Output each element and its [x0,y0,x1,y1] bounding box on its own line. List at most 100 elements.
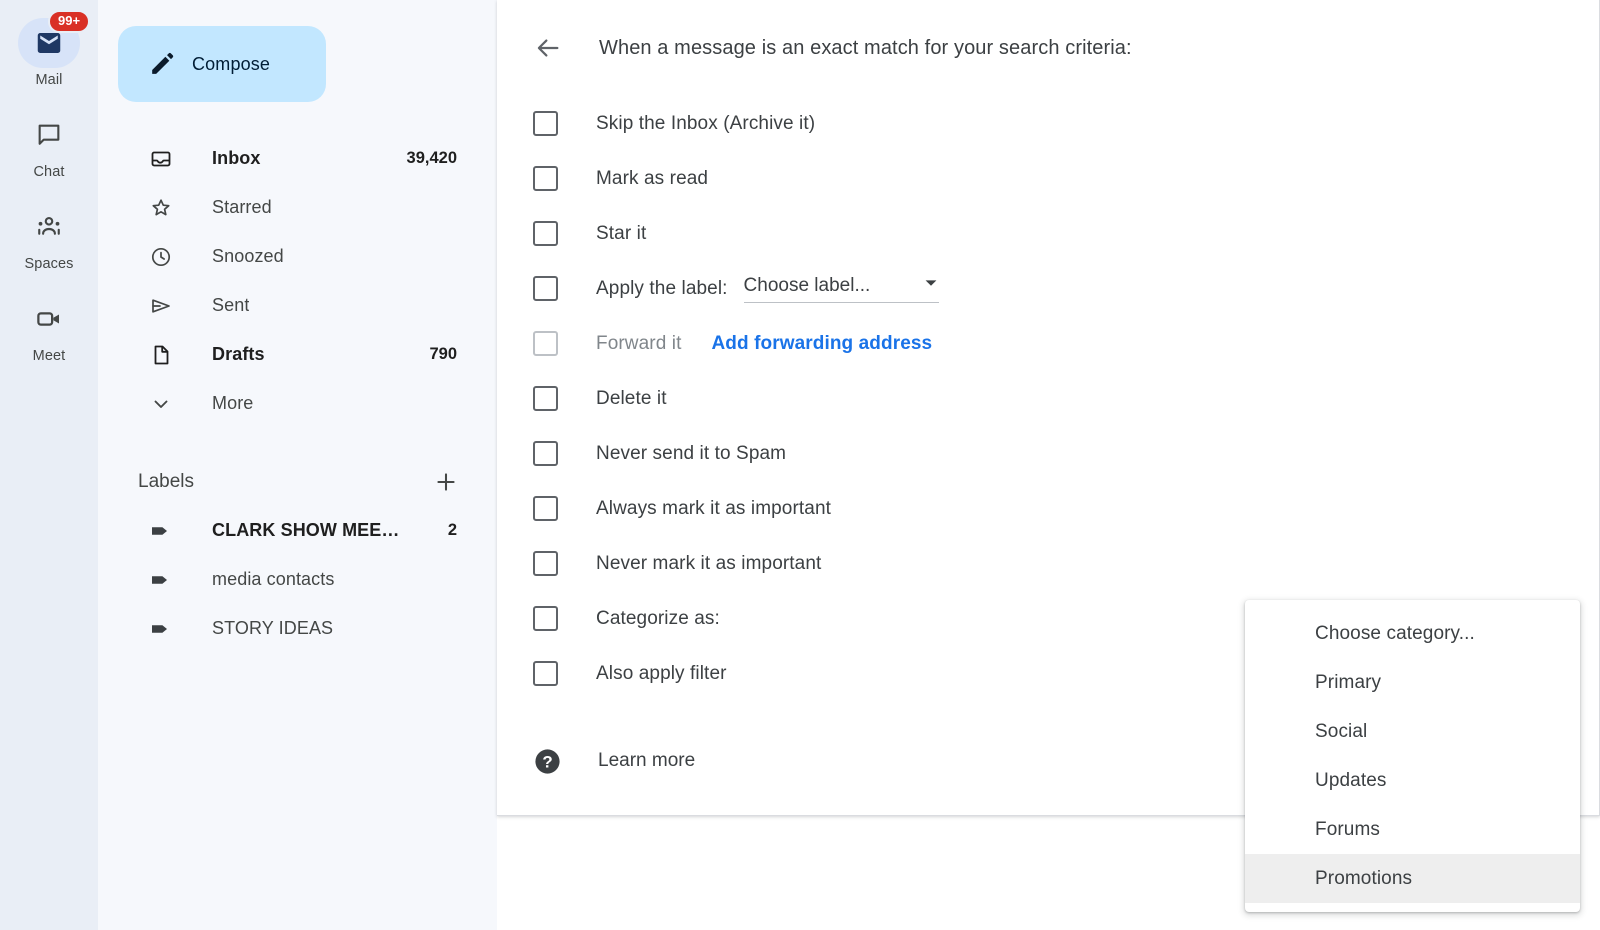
mail-sidebar: Compose Inbox 39,420 St [98,0,497,930]
spaces-glyph-wrap [18,202,80,252]
sidebar-item-more[interactable]: More [98,379,497,428]
rail-item-mail[interactable]: 99+ Mail [10,18,88,88]
checkbox-always-important[interactable] [533,496,558,521]
sidebar-count-clark-show: 2 [448,521,457,540]
option-label-always-important: Always mark it as important [596,498,831,520]
mail-glyph-wrap: 99+ [18,18,80,68]
menu-item-social[interactable]: Social [1245,707,1580,756]
gmail-filter-screen: 99+ Mail Chat Spaces [0,0,1600,930]
menu-item-updates[interactable]: Updates [1245,756,1580,805]
rail-label-chat: Chat [33,164,64,180]
menu-item-primary[interactable]: Primary [1245,658,1580,707]
rail-item-meet[interactable]: Meet [10,294,88,364]
option-label-never-spam: Never send it to Spam [596,443,786,465]
option-star-it[interactable]: Star it [533,206,1599,261]
sidebar-count-drafts: 790 [429,345,457,364]
draft-icon [148,343,174,367]
help-circle-icon[interactable]: ? [533,747,562,776]
main-stage: When a message is an exact match for you… [497,0,1600,930]
option-skip-inbox[interactable]: Skip the Inbox (Archive it) [533,96,1599,151]
chevron-down-icon [897,275,939,296]
option-delete-it[interactable]: Delete it [533,371,1599,426]
checkbox-mark-as-read[interactable] [533,166,558,191]
sidebar-item-inbox[interactable]: Inbox 39,420 [98,134,497,183]
checkbox-apply-label[interactable] [533,276,558,301]
menu-item-choose-category[interactable]: Choose category... [1245,609,1580,658]
checkbox-categorize-as[interactable] [533,606,558,631]
sidebar-label-sent: Sent [212,295,249,316]
app-rail: 99+ Mail Chat Spaces [0,0,98,930]
option-label-also-apply-filter: Also apply filter [596,663,727,685]
sidebar-label-starred: Starred [212,197,272,218]
sidebar-label-more: More [212,393,253,414]
option-never-important[interactable]: Never mark it as important [533,536,1599,591]
labels-title: Labels [138,471,194,493]
checkbox-never-spam[interactable] [533,441,558,466]
spaces-icon [34,212,64,242]
rail-label-spaces: Spaces [25,256,74,272]
sidebar-item-label-media-contacts[interactable]: media contacts [98,555,497,604]
checkbox-also-apply-filter[interactable] [533,661,558,686]
compose-label: Compose [192,54,270,75]
label-select-value: Choose label... [744,275,871,297]
checkbox-forward-it[interactable] [533,331,558,356]
sidebar-label-snoozed: Snoozed [212,246,284,267]
mail-unread-badge: 99+ [48,10,90,33]
label-tag-icon [148,519,174,543]
option-always-important[interactable]: Always mark it as important [533,481,1599,536]
chat-icon [35,121,63,149]
option-label-star-it: Star it [596,223,646,245]
sidebar-item-snoozed[interactable]: Snoozed [98,232,497,281]
option-label-skip-inbox: Skip the Inbox (Archive it) [596,113,815,135]
chevron-down-icon [148,392,174,416]
compose-button[interactable]: Compose [118,26,326,102]
rail-label-meet: Meet [33,348,66,364]
option-label-mark-as-read: Mark as read [596,168,708,190]
sidebar-item-drafts[interactable]: Drafts 790 [98,330,497,379]
sidebar-item-starred[interactable]: Starred [98,183,497,232]
sidebar-item-label-story-ideas[interactable]: STORY IDEAS [98,604,497,653]
inbox-outline-icon [148,147,174,171]
option-label-forward-it: Forward it [596,333,681,355]
send-icon [148,294,174,318]
sidebar-label-media-contacts: media contacts [212,569,334,590]
sidebar-label-inbox: Inbox [212,148,261,169]
checkbox-delete-it[interactable] [533,386,558,411]
option-apply-label[interactable]: Apply the label: Choose label... [533,261,1599,316]
option-forward-it[interactable]: Forward it Add forwarding address [533,316,1599,371]
sidebar-item-label-clark-show[interactable]: CLARK SHOW MEE… 2 [98,506,497,555]
star-icon [148,196,174,220]
label-list: CLARK SHOW MEE… 2 media contacts [98,506,497,653]
label-tag-icon [148,617,174,641]
page-title: When a message is an exact match for you… [599,37,1132,60]
filter-card-header: When a message is an exact match for you… [497,0,1599,96]
sidebar-label-clark-show: CLARK SHOW MEE… [212,520,400,541]
menu-item-forums[interactable]: Forums [1245,805,1580,854]
chat-glyph-wrap [18,110,80,160]
checkbox-star-it[interactable] [533,221,558,246]
add-forwarding-address-link[interactable]: Add forwarding address [711,333,932,355]
option-label-categorize-as: Categorize as: [596,608,720,630]
option-label-delete-it: Delete it [596,388,667,410]
sidebar-label-drafts: Drafts [212,344,265,365]
menu-item-promotions[interactable]: Promotions [1245,854,1580,903]
sidebar-item-sent[interactable]: Sent [98,281,497,330]
sidebar-label-story-ideas: STORY IDEAS [212,618,333,639]
rail-label-mail: Mail [36,72,63,88]
option-never-spam[interactable]: Never send it to Spam [533,426,1599,481]
learn-more-link[interactable]: Learn more [598,750,695,772]
pencil-icon [148,50,176,78]
sidebar-count-inbox: 39,420 [407,149,457,168]
option-mark-as-read[interactable]: Mark as read [533,151,1599,206]
label-select[interactable]: Choose label... [744,275,939,303]
rail-item-chat[interactable]: Chat [10,110,88,180]
rail-item-spaces[interactable]: Spaces [10,202,88,272]
meet-icon [34,304,64,334]
meet-glyph-wrap [18,294,80,344]
back-arrow-icon[interactable] [534,34,562,62]
checkbox-never-important[interactable] [533,551,558,576]
checkbox-skip-inbox[interactable] [533,111,558,136]
option-label-apply-label: Apply the label: [596,278,728,300]
plus-icon[interactable] [433,469,459,495]
category-dropdown-menu: Choose category... Primary Social Update… [1245,600,1580,912]
